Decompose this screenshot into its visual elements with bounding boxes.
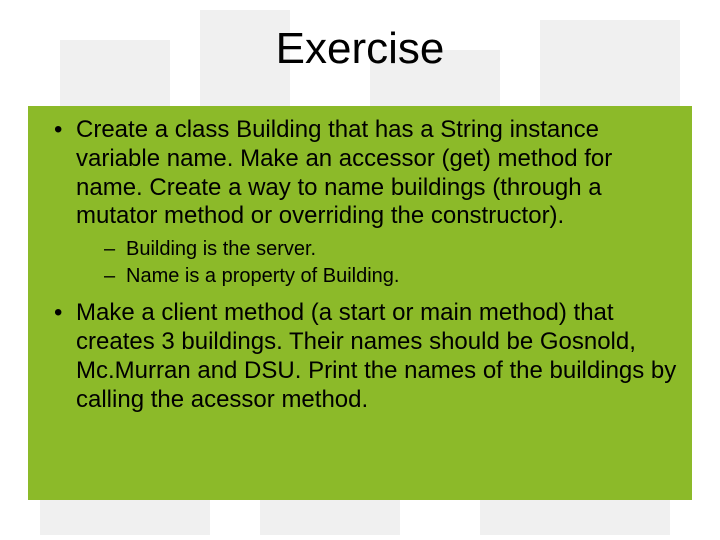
bullet-item-1: Create a class Building that has a Strin… — [48, 116, 678, 289]
sub-bullet-list: Building is the server. Name is a proper… — [76, 237, 678, 289]
slide-title: Exercise — [0, 24, 720, 74]
sub-bullet-2: Name is a property of Building. — [76, 264, 678, 289]
bullet-item-2: Make a client method (a start or main me… — [48, 299, 678, 414]
bullet-list: Create a class Building that has a Strin… — [48, 116, 678, 414]
bullet-item-1-text: Create a class Building that has a Strin… — [76, 116, 612, 229]
slide-body: Create a class Building that has a Strin… — [48, 116, 678, 424]
sub-bullet-1: Building is the server. — [76, 237, 678, 262]
slide: Exercise Create a class Building that ha… — [0, 0, 720, 540]
